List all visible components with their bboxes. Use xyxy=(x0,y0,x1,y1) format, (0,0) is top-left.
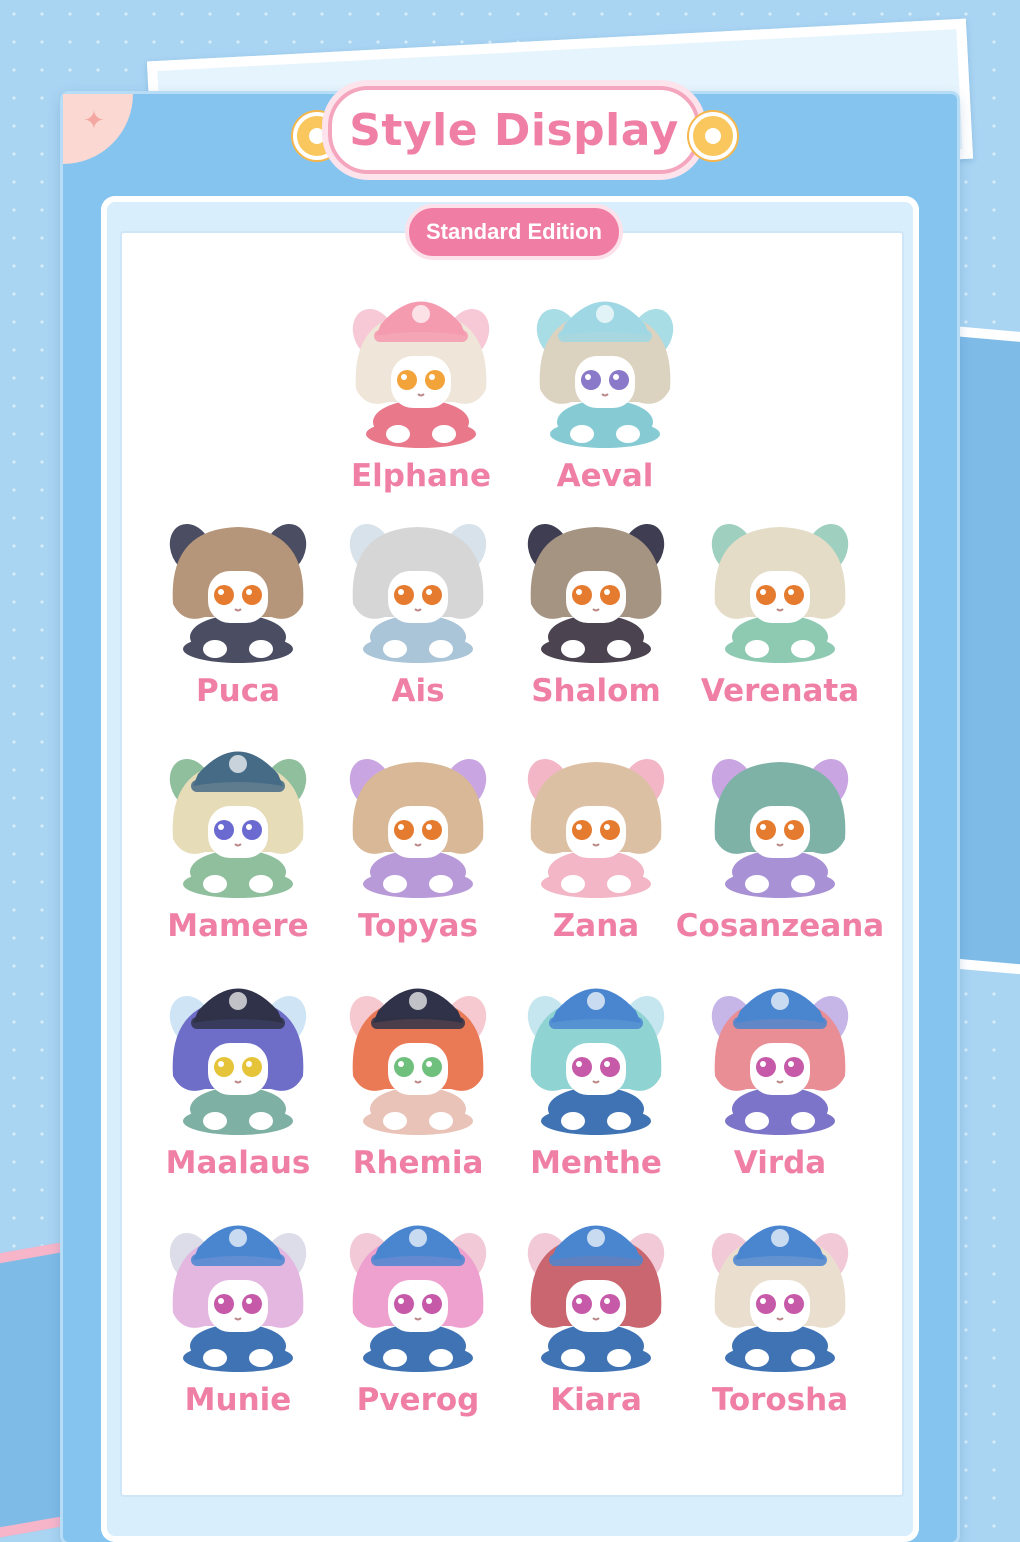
figure-card: Munie xyxy=(153,1208,323,1428)
page-title: Style Display xyxy=(349,104,679,156)
figure-name: Munie xyxy=(184,1382,292,1418)
figure-image xyxy=(349,1225,487,1372)
edition-label: Standard Edition xyxy=(426,219,602,244)
figure-name: Aeval xyxy=(556,458,654,494)
figure-name: Torosha xyxy=(711,1382,849,1418)
figure-image xyxy=(169,988,307,1135)
figure-card: Virda xyxy=(695,971,865,1191)
figure-image xyxy=(349,988,487,1135)
figure-card: Aeval xyxy=(520,284,690,504)
figure-card: Puca xyxy=(153,499,323,719)
figure-name: Virda xyxy=(733,1145,827,1181)
figure-name: Puca xyxy=(195,673,281,709)
figure-card: Rhemia xyxy=(333,971,503,1191)
figure-name: Verenata xyxy=(700,673,860,709)
figure-name: Elphane xyxy=(350,458,492,494)
figure-image xyxy=(527,758,665,898)
figure-name: Menthe xyxy=(530,1145,662,1181)
figure-name: Kiara xyxy=(550,1382,642,1418)
figure-name: Zana xyxy=(552,908,640,944)
figure-card: Elphane xyxy=(336,284,506,504)
figure-card: Cosanzeana xyxy=(676,734,884,954)
figure-image xyxy=(527,988,665,1135)
figure-name: Mamere xyxy=(167,908,309,944)
figure-card: Kiara xyxy=(511,1208,681,1428)
figure-image xyxy=(169,1225,307,1372)
figure-card: Menthe xyxy=(511,971,681,1191)
figure-image xyxy=(352,301,490,448)
figure-card: Ais xyxy=(333,499,503,719)
figure-name: Maalaus xyxy=(165,1145,311,1181)
figure-image xyxy=(711,1225,849,1372)
figure-name: Shalom xyxy=(531,673,661,709)
figure-card: Verenata xyxy=(695,499,865,719)
figure-image xyxy=(527,523,665,663)
flower-icon xyxy=(689,112,737,160)
figure-image xyxy=(711,523,849,663)
title-plate: Style Display xyxy=(328,86,700,174)
figure-card: Mamere xyxy=(153,734,323,954)
figure-image xyxy=(527,1225,665,1372)
figure-image xyxy=(711,758,849,898)
figure-card: Zana xyxy=(511,734,681,954)
figure-card: Pverog xyxy=(333,1208,503,1428)
figure-image xyxy=(169,523,307,663)
sparkle-corner-icon xyxy=(63,94,133,164)
figure-name: Cosanzeana xyxy=(675,908,885,944)
figure-image xyxy=(536,301,674,448)
figure-image xyxy=(349,758,487,898)
figure-image xyxy=(349,523,487,663)
figure-image xyxy=(169,751,307,898)
figure-card: Topyas xyxy=(333,734,503,954)
display-card: Style Display Standard Edition Elphane xyxy=(63,86,957,1542)
figure-card: Torosha xyxy=(695,1208,865,1428)
figure-card: Maalaus xyxy=(153,971,323,1191)
figure-card: Shalom xyxy=(511,499,681,719)
figure-image xyxy=(711,988,849,1135)
edition-badge: Standard Edition xyxy=(405,204,623,260)
